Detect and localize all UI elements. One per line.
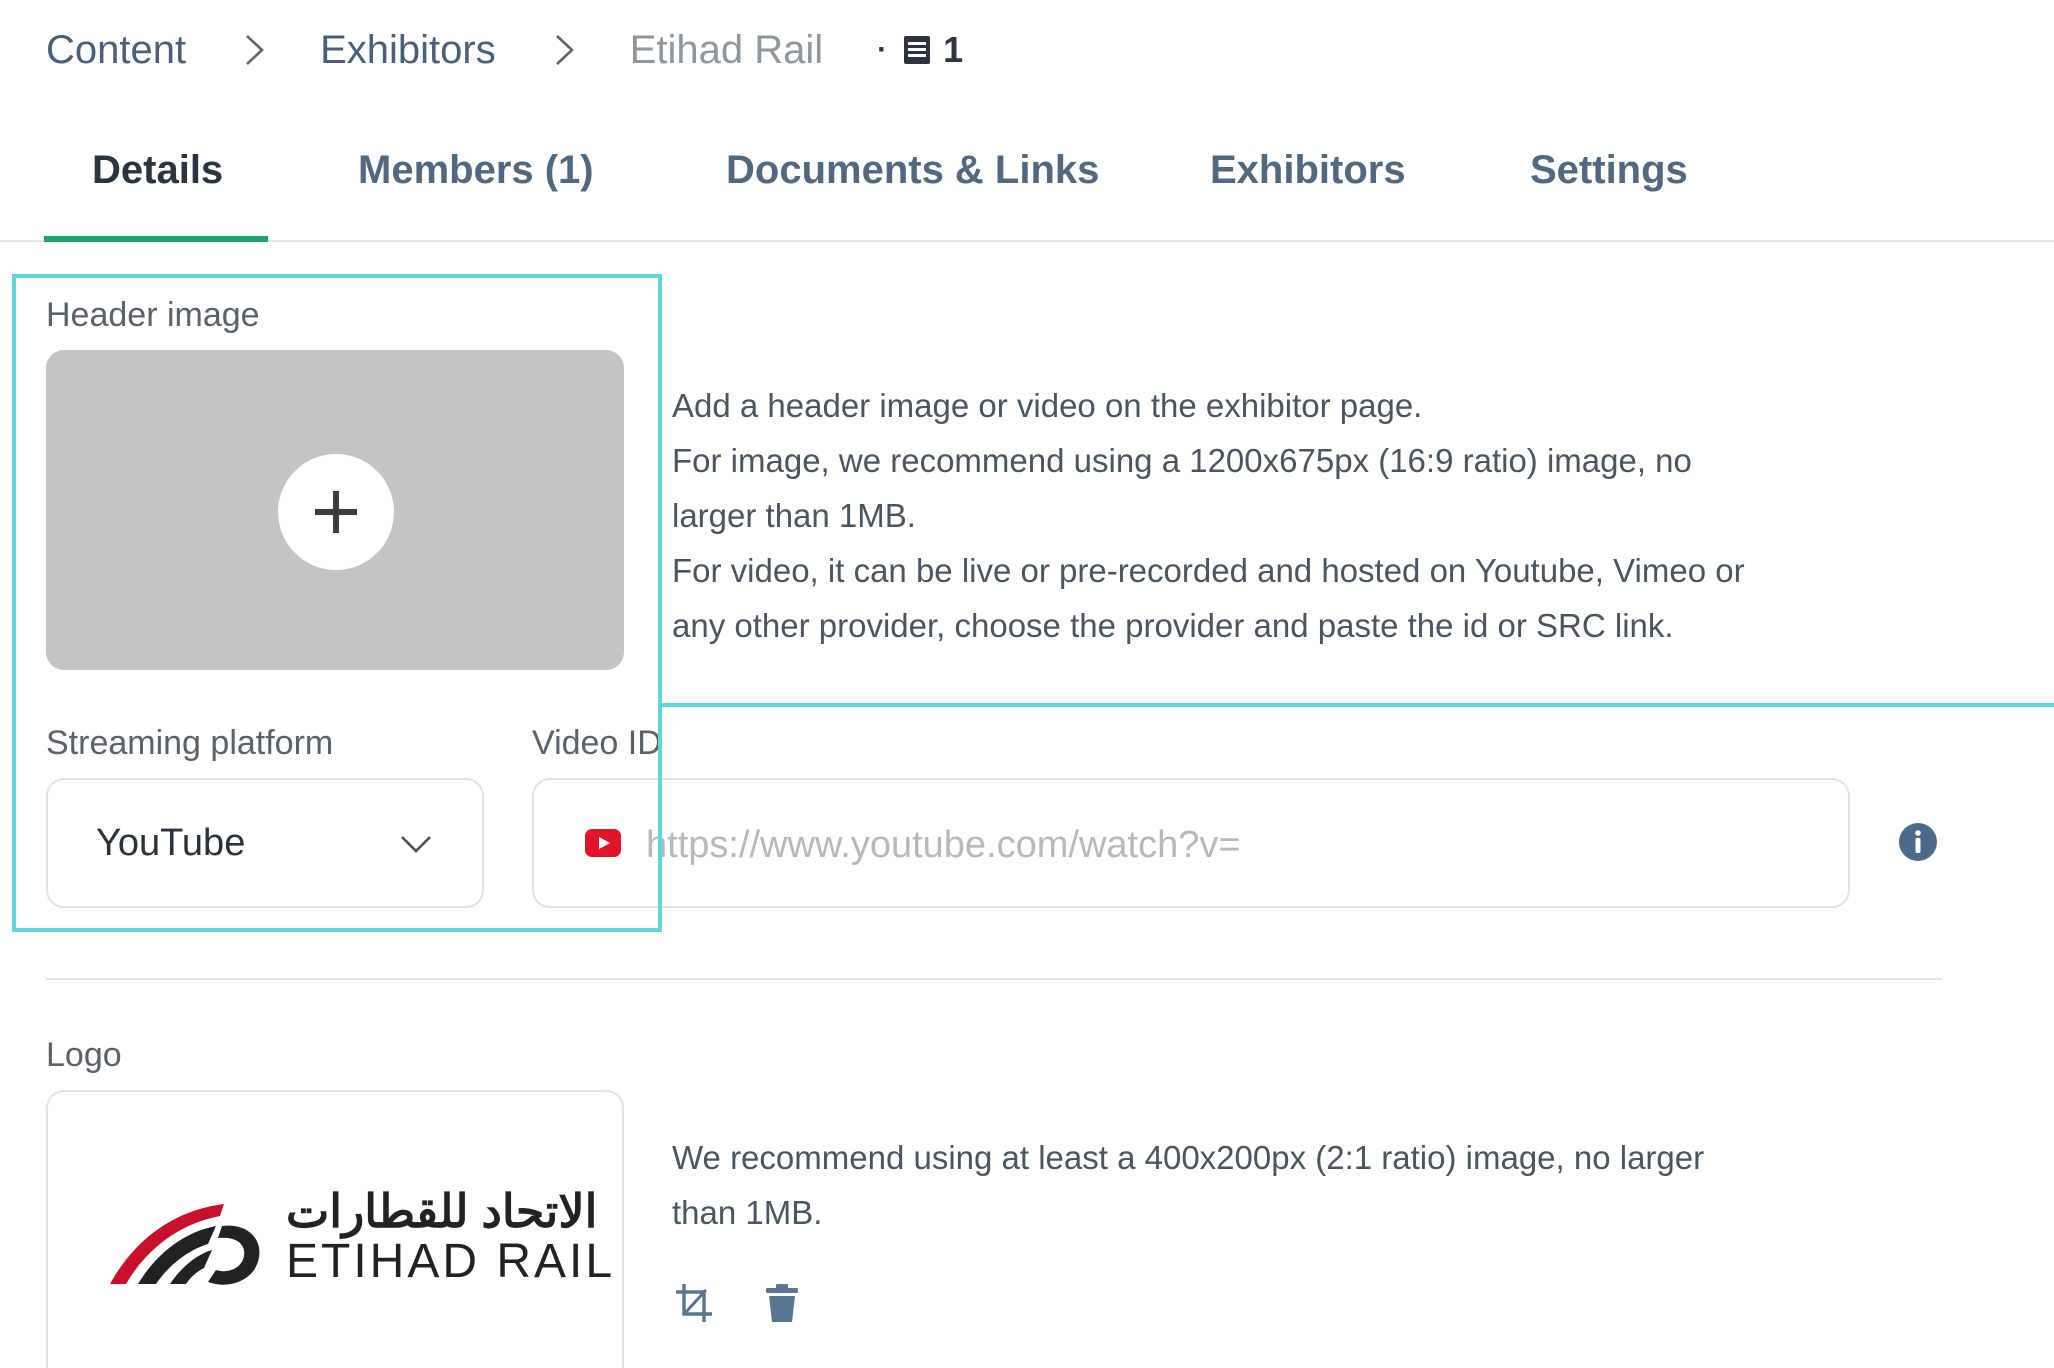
breadcrumb-content-link[interactable]: Content [46, 28, 186, 73]
crop-icon[interactable] [674, 1282, 714, 1324]
streaming-platform-select[interactable]: YouTube [46, 778, 484, 908]
help-line: than 1MB. [672, 1194, 823, 1231]
document-list-icon [904, 36, 931, 64]
section-divider [46, 978, 1942, 980]
tab-documents-links[interactable]: Documents & Links [726, 130, 1099, 242]
separator-dot: · [877, 33, 888, 66]
breadcrumb-current: Etihad Rail [629, 27, 824, 72]
logo-preview[interactable]: الاتحاد للقطارات ETIHAD RAIL [46, 1090, 624, 1368]
tab-settings[interactable]: Settings [1530, 130, 1688, 242]
trash-icon[interactable] [762, 1282, 802, 1324]
info-icon[interactable] [1898, 822, 1938, 862]
header-image-label: Header image [46, 296, 260, 334]
active-tab-indicator [44, 236, 268, 242]
tab-exhibitors[interactable]: Exhibitors [1210, 130, 1406, 242]
logo-actions [674, 1282, 802, 1324]
highlight-outline-line [660, 703, 2054, 707]
logo-latin-text: ETIHAD RAIL [286, 1235, 616, 1288]
streaming-platform-value: YouTube [96, 821, 246, 864]
exhibitor-count-badge: · 1 [877, 29, 963, 71]
chevron-right-icon [552, 30, 578, 70]
logo-help: We recommend using at least a 400x200px … [672, 1130, 1872, 1240]
breadcrumb-exhibitors-link[interactable]: Exhibitors [320, 28, 496, 73]
youtube-icon [585, 829, 621, 857]
help-line: We recommend using at least a 400x200px … [672, 1139, 1705, 1176]
help-line: For image, we recommend using a 1200x675… [672, 442, 1692, 479]
video-id-label: Video ID [532, 724, 662, 762]
header-image-upload[interactable] [46, 350, 624, 670]
streaming-platform-label: Streaming platform [46, 724, 334, 762]
logo-arabic-text: الاتحاد للقطارات [286, 1185, 598, 1237]
tab-bar: Details Members (1) Documents & Links Ex… [0, 130, 2054, 242]
exhibitor-count: 1 [943, 29, 964, 70]
help-line: larger than 1MB. [672, 497, 916, 534]
help-line: any other provider, choose the provider … [672, 607, 1674, 644]
help-line: For video, it can be live or pre-recorde… [672, 552, 1745, 589]
tab-members[interactable]: Members (1) [358, 130, 594, 242]
logo-label: Logo [46, 1036, 122, 1074]
header-image-help: Add a header image or video on the exhib… [672, 378, 1872, 653]
help-line: Add a header image or video on the exhib… [672, 387, 1423, 424]
video-id-field[interactable] [532, 778, 1850, 908]
etihad-rail-logo-mark [110, 1204, 260, 1285]
breadcrumb: Content Exhibitors Etihad Rail · 1 [46, 18, 963, 82]
chevron-right-icon [242, 30, 268, 70]
plus-icon [315, 491, 357, 533]
tab-details[interactable]: Details [92, 130, 223, 242]
video-id-input[interactable] [646, 810, 1826, 880]
chevron-down-icon [401, 836, 431, 853]
add-header-image-button[interactable] [278, 454, 394, 570]
